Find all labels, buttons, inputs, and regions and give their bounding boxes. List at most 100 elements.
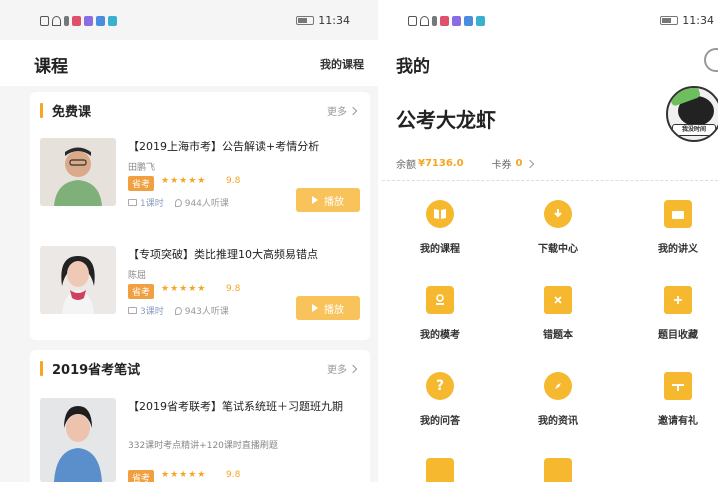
username: 公考大龙虾	[396, 108, 496, 132]
app-notify-icon	[440, 16, 449, 26]
wifi-icon	[52, 16, 61, 26]
status-right-right: 11:34	[660, 14, 714, 27]
course-item[interactable]: 【2019上海市考】公告解读+考情分析 田鹏飞 省考 ★★★★★ 9.8 1课时…	[30, 138, 370, 238]
profile-screen: 11:34 我的 公考大龙虾 我没时间 余额 ¥7136.0 卡券 0 我的课程…	[378, 0, 718, 482]
battery-icon	[296, 16, 315, 25]
usb-icon	[64, 16, 69, 26]
rating-stars: ★★★★★	[161, 176, 207, 186]
coupon-label: 卡券	[491, 160, 512, 171]
grid-my-courses[interactable]: 我的课程	[390, 200, 490, 270]
rating-stars: ★★★★★	[161, 284, 207, 294]
more-link[interactable]: 更多	[327, 361, 358, 376]
video-icon	[128, 307, 137, 314]
exam-icon	[426, 286, 454, 314]
app-notify-icon	[84, 16, 93, 26]
status-time: 11:34	[682, 14, 714, 27]
teacher-thumbnail	[40, 398, 116, 482]
course-meta: 3课时 943人听课	[128, 304, 229, 317]
book-icon	[426, 200, 454, 228]
grid-wrong-book[interactable]: 错题本	[508, 286, 608, 356]
more-label: 更多	[327, 365, 347, 376]
rating-score: 9.8	[226, 284, 241, 294]
grid-label: 邀请有礼	[658, 416, 698, 427]
more-link[interactable]: 更多	[327, 103, 358, 118]
course-title: 【2019省考联考】笔试系统班＋习题班九期	[128, 400, 343, 413]
chevron-right-icon[interactable]	[525, 159, 534, 168]
app-notify-icon	[72, 16, 81, 26]
wallet-icon[interactable]	[426, 458, 454, 482]
balance-row: 余额 ¥7136.0 卡券 0	[396, 156, 534, 171]
app-notify-icon	[476, 16, 485, 26]
status-icons	[408, 16, 485, 26]
free-courses-card: 免费课 更多 【2019上海市考】公告解读+考情分析 田鹏飞 省考 ★★★★★	[30, 92, 370, 340]
play-label: 播放	[324, 196, 344, 208]
course-item[interactable]: 【专项突破】类比推理10大高频易错点 陈屈 省考 ★★★★★ 9.8 3课时 9…	[30, 246, 370, 346]
lesson-count: 1课时	[140, 199, 164, 209]
more-label: 更多	[327, 107, 347, 118]
page-title: 我的	[396, 57, 430, 77]
play-button[interactable]: 播放	[296, 188, 360, 212]
grid-invite-gift[interactable]: 邀请有礼	[628, 372, 718, 442]
course-title: 【专项突破】类比推理10大高频易错点	[128, 248, 318, 261]
play-icon	[312, 196, 318, 204]
grid-my-qa[interactable]: ? 我的问答	[390, 372, 490, 442]
rating-score: 9.8	[226, 470, 241, 480]
course-tag: 省考	[128, 470, 155, 482]
teacher-thumbnail	[40, 246, 116, 314]
sim-icon	[408, 16, 417, 26]
grid-label: 题目收藏	[658, 330, 698, 341]
listener-count: 944人听课	[184, 199, 229, 209]
video-icon	[128, 199, 137, 206]
listener-count: 943人听课	[184, 307, 229, 317]
grid-label: 我的讲义	[658, 244, 698, 255]
course-meta: 1课时 944人听课	[128, 196, 229, 209]
rating-score: 9.8	[226, 176, 241, 186]
course-title: 【2019上海市考】公告解读+考情分析	[128, 140, 320, 153]
avatar-caption: 我没时间	[672, 124, 716, 136]
app-notify-icon	[452, 16, 461, 26]
course-tag: 省考	[128, 284, 155, 299]
play-label: 播放	[324, 304, 344, 316]
chevron-right-icon	[348, 106, 358, 115]
status-bar-left	[40, 14, 117, 28]
document-icon[interactable]	[544, 458, 572, 482]
my-courses-link[interactable]: 我的课程	[320, 56, 364, 72]
play-icon	[312, 304, 318, 312]
listener-icon	[174, 306, 182, 315]
section-accent-bar	[40, 361, 43, 376]
grid-download-center[interactable]: 下载中心	[508, 200, 608, 270]
course-teacher: 田鹏飞	[128, 163, 156, 173]
grid-my-notes[interactable]: 我的讲义	[628, 200, 718, 270]
section-accent-bar	[40, 103, 43, 118]
wrong-book-icon	[544, 286, 572, 314]
avatar[interactable]: 我没时间	[666, 86, 718, 142]
grid-my-mock-exam[interactable]: 我的模考	[390, 286, 490, 356]
question-icon: ?	[426, 372, 454, 400]
bookmark-icon	[664, 286, 692, 314]
gear-icon[interactable]	[704, 48, 718, 72]
coupon-value[interactable]: 0	[516, 158, 523, 169]
section-title: 2019省考笔试	[52, 363, 141, 378]
teacher-thumbnail	[40, 138, 116, 206]
section-header: 免费课 更多	[30, 92, 370, 128]
balance-value[interactable]: ¥7136.0	[418, 158, 464, 169]
gift-icon	[664, 372, 692, 400]
play-button[interactable]: 播放	[296, 296, 360, 320]
status-time: 11:34	[318, 14, 350, 27]
divider	[382, 180, 718, 181]
grid-label: 下载中心	[538, 244, 578, 255]
grid-label: 我的模考	[420, 330, 460, 341]
download-icon	[544, 200, 572, 228]
course-item[interactable]: 【2019省考联考】笔试系统班＋习题班九期 332课时考点精讲+120课时直播刷…	[30, 398, 370, 482]
grid-my-news[interactable]: 我的资讯	[508, 372, 608, 442]
app-notify-icon	[464, 16, 473, 26]
battery-icon	[660, 16, 679, 25]
status-bar-right	[408, 14, 485, 28]
listener-icon	[174, 198, 182, 207]
app-notify-icon	[96, 16, 105, 26]
course-subtitle: 332课时考点精讲+120课时直播刷题	[128, 441, 278, 451]
status-icons	[40, 16, 117, 26]
grid-bookmarks[interactable]: 题目收藏	[628, 286, 718, 356]
lesson-count: 3课时	[140, 307, 164, 317]
balance-label: 余额	[396, 160, 416, 171]
